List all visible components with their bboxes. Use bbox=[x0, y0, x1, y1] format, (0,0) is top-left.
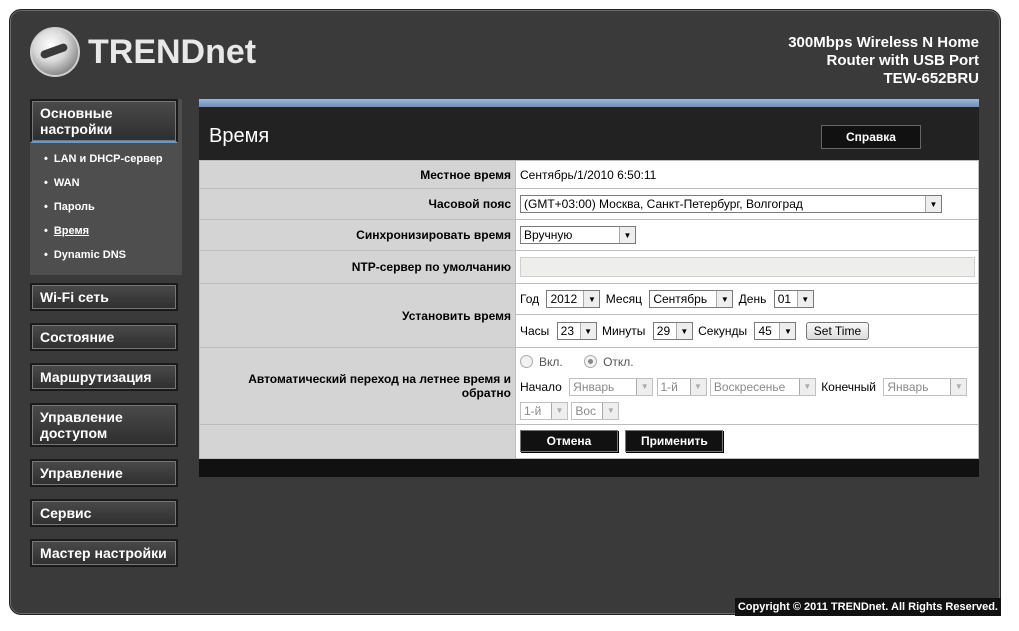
set-time-button[interactable]: Set Time bbox=[805, 322, 870, 340]
sidebar-item-wizard[interactable]: Мастер настройки bbox=[30, 539, 178, 567]
sidebar-item-routing[interactable]: Маршрутизация bbox=[30, 363, 178, 391]
month-select-value: Сентябрь bbox=[653, 292, 708, 306]
hours-select-value: 23 bbox=[560, 324, 574, 338]
time-settings-form: Местное время Сентябрь/1/2010 6:50:11 Ча… bbox=[199, 160, 979, 459]
sidebar: Основные настройки • LAN и DHCP-сервер • W… bbox=[30, 99, 182, 579]
set-time-label: Установить время bbox=[199, 283, 516, 348]
dst-on-label: Вкл. bbox=[539, 354, 563, 369]
chevron-down-icon: ▼ bbox=[675, 323, 692, 339]
product-model: TEW-652BRU bbox=[883, 70, 979, 87]
dst-start-week-select[interactable]: 1-й ▼ bbox=[656, 377, 707, 396]
seconds-label: Секунды bbox=[698, 324, 748, 338]
chevron-down-icon: ▼ bbox=[925, 196, 941, 212]
sidebar-item-service[interactable]: Сервис bbox=[30, 499, 178, 527]
chevron-down-icon: ▼ bbox=[602, 403, 619, 420]
dst-start-label: Начало bbox=[520, 379, 562, 394]
sidebar-item-management[interactable]: Управление bbox=[30, 459, 178, 487]
local-time-value: Сентябрь/1/2010 6:50:11 bbox=[515, 160, 979, 189]
minutes-select-value: 29 bbox=[656, 324, 671, 338]
sidebar-sub-wan[interactable]: • WAN bbox=[30, 173, 182, 197]
sidebar-group-basic: Основные настройки • LAN и DHCP-сервер • W… bbox=[30, 99, 182, 275]
dst-start-week-value: 1-й bbox=[660, 379, 678, 394]
sidebar-item-wifi[interactable]: Wi-Fi сеть bbox=[30, 283, 178, 311]
local-time-label: Местное время bbox=[199, 160, 516, 189]
month-select[interactable]: Сентябрь ▼ bbox=[649, 290, 734, 308]
dst-label: Автоматический переход на летнее время и… bbox=[199, 347, 516, 425]
day-select[interactable]: 01 ▼ bbox=[773, 290, 814, 308]
brand-name: TRENDnet bbox=[88, 32, 257, 71]
sidebar-sub-lan[interactable]: • LAN и DHCP-сервер bbox=[30, 149, 182, 173]
dst-end-label: Конечный bbox=[821, 379, 876, 394]
seconds-select[interactable]: 45 ▼ bbox=[754, 322, 797, 340]
sidebar-sub-ddns[interactable]: • Dynamic DNS bbox=[30, 245, 182, 269]
dst-start-day-value: Воскресенье bbox=[713, 379, 786, 394]
dst-end-day-select[interactable]: Вос ▼ bbox=[571, 402, 620, 421]
year-select-value: 2012 bbox=[550, 292, 578, 306]
chevron-down-icon: ▼ bbox=[779, 323, 796, 339]
trendnet-logo-icon bbox=[30, 27, 80, 77]
trendnet-logo: TRENDnet bbox=[30, 27, 256, 77]
day-select-value: 01 bbox=[777, 292, 792, 306]
timezone-select[interactable]: (GMT+03:00) Москва, Санкт-Петербург, Вол… bbox=[520, 195, 942, 213]
chevron-down-icon: ▼ bbox=[579, 323, 596, 339]
copyright: Copyright © 2011 TRENDnet. All Rights Re… bbox=[734, 598, 1001, 616]
dst-end-week-select[interactable]: 1-й ▼ bbox=[520, 402, 568, 421]
chevron-down-icon: ▼ bbox=[689, 378, 706, 395]
year-select[interactable]: 2012 ▼ bbox=[546, 290, 601, 308]
minutes-select[interactable]: 29 ▼ bbox=[652, 322, 693, 340]
chevron-down-icon: ▼ bbox=[796, 291, 813, 307]
month-label: Месяц bbox=[605, 292, 642, 306]
hours-select[interactable]: 23 ▼ bbox=[556, 322, 597, 340]
timezone-select-value: (GMT+03:00) Москва, Санкт-Петербург, Вол… bbox=[524, 197, 803, 211]
dst-off-label: Откл. bbox=[603, 354, 634, 369]
year-label: Год bbox=[520, 292, 540, 306]
timezone-label: Часовой пояс bbox=[199, 188, 516, 220]
sync-select-value: Вручную bbox=[524, 228, 573, 242]
ntp-server-input[interactable] bbox=[520, 257, 975, 277]
product-line2: Router with USB Port bbox=[826, 52, 980, 69]
chevron-down-icon: ▼ bbox=[950, 378, 967, 395]
dst-start-month-select[interactable]: Январь ▼ bbox=[569, 377, 654, 396]
dst-end-day-value: Вос bbox=[575, 404, 597, 419]
title-bar: Время Справка bbox=[199, 107, 979, 160]
sync-select[interactable]: Вручную ▼ bbox=[520, 226, 636, 244]
dst-on-radio[interactable] bbox=[520, 355, 533, 369]
dst-off-radio[interactable] bbox=[584, 355, 598, 369]
sidebar-item-status[interactable]: Состояние bbox=[30, 323, 178, 351]
ntp-label: NTP-сервер по умолчанию bbox=[199, 250, 516, 284]
panel-bottom-bar bbox=[199, 458, 979, 477]
panel-top-bar bbox=[199, 99, 979, 107]
chevron-down-icon: ▼ bbox=[583, 291, 600, 307]
sidebar-item-basic-settings[interactable]: Основные настройки bbox=[30, 99, 178, 143]
chevron-down-icon: ▼ bbox=[716, 291, 733, 307]
help-button[interactable]: Справка bbox=[821, 125, 921, 149]
minutes-label: Минуты bbox=[601, 324, 646, 338]
dst-end-week-value: 1-й bbox=[524, 404, 542, 419]
sidebar-sub-time[interactable]: • Время bbox=[30, 221, 182, 245]
dst-end-month-select[interactable]: Январь ▼ bbox=[883, 377, 968, 396]
actions-label-cell bbox=[199, 423, 516, 459]
apply-button[interactable]: Применить bbox=[625, 430, 724, 453]
product-info: 300Mbps Wireless N Home Router with USB … bbox=[788, 34, 979, 88]
hours-label: Часы bbox=[520, 324, 550, 338]
chevron-down-icon: ▼ bbox=[551, 403, 567, 420]
main-panel: Время Справка Местное время Сентябрь/1/2… bbox=[199, 99, 979, 477]
page-title: Время bbox=[209, 125, 270, 147]
sidebar-item-access-control[interactable]: Управление доступом bbox=[30, 403, 178, 447]
dst-end-month-value: Январь bbox=[887, 379, 929, 394]
product-line1: 300Mbps Wireless N Home bbox=[788, 34, 979, 51]
dst-start-month-value: Январь bbox=[573, 379, 615, 394]
seconds-select-value: 45 bbox=[758, 324, 772, 338]
cancel-button[interactable]: Отмена bbox=[520, 430, 618, 453]
sync-label: Синхронизировать время bbox=[199, 219, 516, 251]
dst-start-day-select[interactable]: Воскресенье ▼ bbox=[709, 377, 816, 396]
chevron-down-icon: ▼ bbox=[619, 227, 635, 243]
sidebar-sub-password[interactable]: • Пароль bbox=[30, 197, 182, 221]
chevron-down-icon: ▼ bbox=[798, 378, 815, 395]
day-label: День bbox=[738, 292, 767, 306]
chevron-down-icon: ▼ bbox=[636, 378, 653, 395]
